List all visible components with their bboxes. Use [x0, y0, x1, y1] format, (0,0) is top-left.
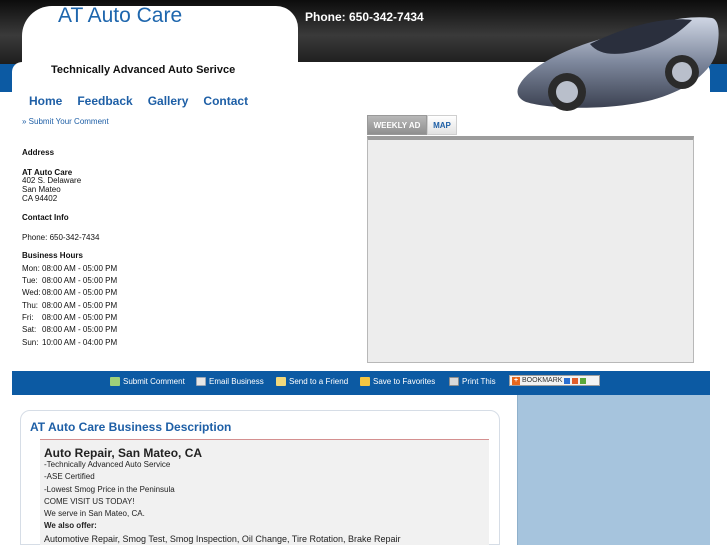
main-nav: Home Feedback Gallery Contact	[29, 94, 248, 108]
address-heading: Address	[22, 148, 55, 157]
share-icon	[572, 377, 579, 384]
hours-day: Sat:	[22, 325, 37, 334]
plus-icon: +	[512, 376, 520, 385]
hours-row: Thu: 08:00 AM - 05:00 PM	[22, 301, 117, 310]
save-to-favorites-label: Save to Favorites	[373, 377, 436, 386]
nav-home[interactable]: Home	[29, 94, 62, 108]
address-city: San Mateo	[22, 185, 61, 194]
hours-row: Mon: 08:00 AM - 05:00 PM	[22, 264, 117, 273]
hours-row: Tue: 08:00 AM - 05:00 PM	[22, 276, 117, 285]
email-business-label: Email Business	[209, 377, 264, 386]
description-line: -Technically Advanced Auto Service	[44, 460, 171, 469]
map-panel[interactable]	[367, 136, 694, 363]
site-logo[interactable]: AT Auto Care	[58, 4, 182, 28]
hours-heading: Business Hours	[22, 251, 83, 260]
address-street: 402 S. Delaware	[22, 176, 82, 185]
hours-time: 08:00 AM - 05:00 PM	[42, 276, 118, 285]
hours-day: Thu:	[22, 301, 39, 310]
share-icon	[580, 377, 587, 384]
hours-time: 10:00 AM - 04:00 PM	[42, 338, 118, 347]
hours-time: 08:00 AM - 05:00 PM	[42, 313, 118, 322]
tab-weekly-ad[interactable]: WEEKLY AD	[367, 115, 427, 135]
submit-comment-button[interactable]: Submit Comment	[110, 377, 185, 386]
nav-feedback[interactable]: Feedback	[77, 94, 132, 108]
sports-car-image	[517, 17, 719, 111]
offer-label: We also offer:	[44, 521, 97, 530]
right-sidebar	[517, 395, 710, 545]
envelope-icon	[196, 377, 206, 386]
hours-day: Tue:	[22, 276, 38, 285]
description-line: -Lowest Smog Price in the Peninsula	[44, 485, 175, 494]
submit-comment-label: Submit Comment	[123, 377, 185, 386]
send-to-friend-label: Send to a Friend	[289, 377, 349, 386]
description-line: -ASE Certified	[44, 472, 95, 481]
comment-icon	[110, 377, 120, 386]
hours-time: 08:00 AM - 05:00 PM	[42, 288, 118, 297]
contact-phone: Phone: 650-342-7434	[22, 233, 100, 242]
send-to-friend-button[interactable]: Send to a Friend	[276, 377, 348, 386]
print-button[interactable]: Print This	[449, 377, 496, 386]
description-line: COME VISIT US TODAY!	[44, 497, 135, 506]
hours-row: Sat: 08:00 AM - 05:00 PM	[22, 325, 117, 334]
hours-time: 08:00 AM - 05:00 PM	[42, 325, 118, 334]
hours-row: Fri: 08:00 AM - 05:00 PM	[22, 313, 117, 322]
hours-row: Sun: 10:00 AM - 04:00 PM	[22, 338, 117, 347]
description-line: We serve in San Mateo, CA.	[44, 509, 145, 518]
hours-day: Sun:	[22, 338, 39, 347]
description-title: AT Auto Care Business Description	[30, 420, 232, 434]
hours-day: Mon:	[22, 264, 40, 273]
bookmark-label: BOOKMARK	[522, 377, 563, 384]
tab-map[interactable]: MAP	[427, 115, 457, 135]
hours-day: Wed:	[22, 288, 41, 297]
email-business-button[interactable]: Email Business	[196, 377, 264, 386]
nav-contact[interactable]: Contact	[203, 94, 248, 108]
printer-icon	[449, 377, 459, 386]
hours-time: 08:00 AM - 05:00 PM	[42, 301, 118, 310]
hours-time: 08:00 AM - 05:00 PM	[42, 264, 118, 273]
hours-row: Wed:08:00 AM - 05:00 PM	[22, 288, 117, 297]
bookmark-button[interactable]: + BOOKMARK	[509, 375, 600, 386]
ad-map-tabs: WEEKLY AD MAP	[367, 115, 457, 135]
send-icon	[276, 377, 286, 386]
folder-star-icon	[360, 377, 370, 386]
print-label: Print This	[462, 377, 496, 386]
tagline: Technically Advanced Auto Serivce	[51, 64, 236, 76]
contact-heading: Contact Info	[22, 213, 69, 222]
address-state-zip: CA 94402	[22, 194, 58, 203]
hours-day: Fri:	[22, 313, 34, 322]
share-icon	[564, 377, 571, 384]
services-list: Automotive Repair, Smog Test, Smog Inspe…	[44, 534, 401, 544]
save-to-favorites-button[interactable]: Save to Favorites	[360, 377, 435, 386]
nav-gallery[interactable]: Gallery	[148, 94, 189, 108]
submit-comment-link[interactable]: » Submit Your Comment	[22, 117, 109, 126]
header-phone: Phone: 650-342-7434	[305, 10, 424, 24]
description-heading: Auto Repair, San Mateo, CA	[44, 446, 203, 460]
